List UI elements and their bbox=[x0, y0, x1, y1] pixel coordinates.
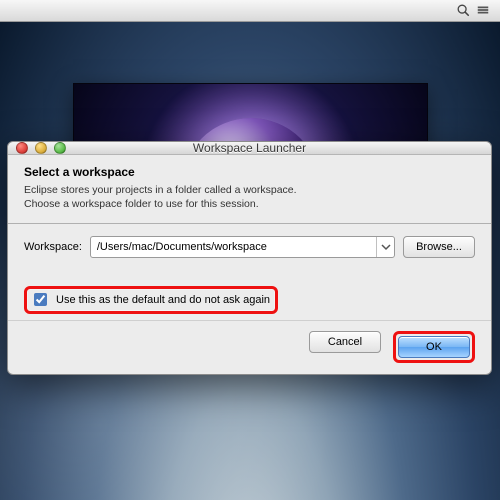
menubar-right bbox=[456, 3, 490, 20]
close-icon[interactable] bbox=[16, 142, 28, 154]
ok-button[interactable]: OK bbox=[398, 336, 470, 358]
ok-button-highlight: OK bbox=[393, 331, 475, 363]
default-checkbox-label: Use this as the default and do not ask a… bbox=[56, 294, 270, 306]
spotlight-icon[interactable] bbox=[456, 3, 470, 20]
dialog-description-line1: Eclipse stores your projects in a folder… bbox=[24, 184, 297, 196]
dialog-description-line2: Choose a workspace folder to use for thi… bbox=[24, 198, 259, 210]
dialog-titlebar[interactable]: Workspace Launcher bbox=[8, 142, 491, 155]
workspace-launcher-dialog: Workspace Launcher Select a workspace Ec… bbox=[7, 141, 492, 375]
dialog-body: Workspace: Browse... Use this as the def… bbox=[8, 224, 491, 320]
dialog-heading: Select a workspace bbox=[24, 165, 475, 179]
zoom-icon[interactable] bbox=[54, 142, 66, 154]
cancel-button[interactable]: Cancel bbox=[309, 331, 381, 353]
workspace-dropdown-button[interactable] bbox=[376, 237, 394, 257]
menu-extras-icon[interactable] bbox=[476, 3, 490, 20]
dialog-footer: Cancel OK bbox=[8, 320, 491, 377]
dialog-header: Select a workspace Eclipse stores your p… bbox=[8, 155, 491, 219]
workspace-row: Workspace: Browse... bbox=[24, 236, 475, 258]
chevron-down-icon bbox=[381, 242, 391, 252]
minimize-icon[interactable] bbox=[35, 142, 47, 154]
macos-menubar bbox=[0, 0, 500, 22]
default-checkbox[interactable] bbox=[34, 293, 47, 306]
workspace-input[interactable] bbox=[91, 241, 376, 253]
dialog-description: Eclipse stores your projects in a folder… bbox=[24, 183, 475, 211]
dialog-title: Workspace Launcher bbox=[8, 141, 491, 155]
browse-button[interactable]: Browse... bbox=[403, 236, 475, 258]
workspace-combo[interactable] bbox=[90, 236, 395, 258]
desktop-background: Workspace Launcher Select a workspace Ec… bbox=[0, 0, 500, 500]
window-controls bbox=[16, 142, 66, 154]
workspace-label: Workspace: bbox=[24, 241, 82, 253]
default-checkbox-row[interactable]: Use this as the default and do not ask a… bbox=[24, 286, 278, 314]
